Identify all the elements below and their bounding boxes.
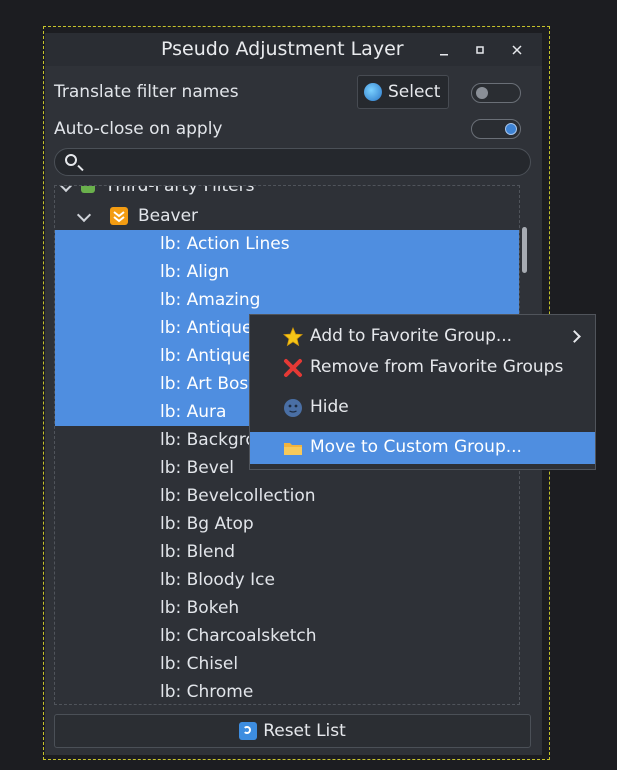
translate-filter-names-label: Translate filter names xyxy=(54,82,239,102)
tree-item[interactable]: lb: Amazing xyxy=(55,286,519,314)
tree-item-label: lb: Align xyxy=(160,262,230,282)
minimize-icon[interactable] xyxy=(434,41,454,59)
chevron-down-icon xyxy=(76,207,92,223)
tree-item-label: lb: Art Boss xyxy=(160,374,258,394)
auto-close-toggle[interactable] xyxy=(471,119,521,139)
globe-icon xyxy=(364,83,382,101)
select-button-label: Select xyxy=(388,82,441,102)
tree-subgroup-label: Beaver xyxy=(138,206,199,226)
star-icon xyxy=(282,326,304,347)
tree-group-label: Third-Party Filters xyxy=(105,185,255,196)
reset-list-button[interactable]: Reset List xyxy=(54,714,531,748)
tree-item-label: lb: Charcoalsketch xyxy=(160,626,317,646)
tree-item-label: lb: Aura xyxy=(160,402,227,422)
tree-subgroup-row[interactable]: Beaver xyxy=(55,202,519,230)
tree-item-label: lb: Bevelcollection xyxy=(160,486,316,506)
context-menu: Add to Favorite Group... Remove from Fav… xyxy=(249,314,596,470)
tree-item-label: lb: Blend xyxy=(160,542,236,562)
tree-item-label: lb: Action Lines xyxy=(160,234,290,254)
tree-item-label: lb: Chisel xyxy=(160,654,239,674)
tree-item[interactable]: lb: Bevelcollection xyxy=(55,482,519,510)
tree-item[interactable]: lb: Bg Atop xyxy=(55,510,519,538)
tree-item[interactable]: lb: Bloody Ice xyxy=(55,566,519,594)
tree-item[interactable]: lb: Charcoalsketch xyxy=(55,622,519,650)
tree-item[interactable]: lb: Blend xyxy=(55,538,519,566)
menu-item-hide[interactable]: Hide xyxy=(250,392,595,424)
search-icon xyxy=(65,154,77,166)
tree-item-label: lb: Antique xyxy=(160,346,253,366)
tree-scrollbar[interactable] xyxy=(522,227,527,273)
toggle-knob xyxy=(505,123,517,135)
tree-item-label: lb: Chrome xyxy=(160,682,254,702)
chevron-right-icon xyxy=(568,330,581,343)
maximize-icon[interactable] xyxy=(470,41,490,59)
chevron-down-icon xyxy=(58,186,74,193)
tree-item[interactable]: lb: Chrome xyxy=(55,678,519,704)
tree-item-label: lb: Bokeh xyxy=(160,598,240,618)
moon-face-icon xyxy=(283,398,303,418)
auto-close-label: Auto-close on apply xyxy=(54,119,223,139)
menu-item-remove-from-favorite-groups[interactable]: Remove from Favorite Groups xyxy=(250,352,595,384)
tree-item-label: lb: Bevel xyxy=(160,458,235,478)
menu-item-label: Remove from Favorite Groups xyxy=(310,357,564,377)
select-language-button[interactable]: Select xyxy=(357,75,449,109)
tree-item-label: lb: Bg Atop xyxy=(160,514,254,534)
tree-group-row[interactable]: Third-Party Filters xyxy=(55,185,519,200)
tree-item[interactable]: lb: Align xyxy=(55,258,519,286)
tree-item[interactable]: lb: Action Lines xyxy=(55,230,519,258)
double-chevron-icon xyxy=(110,207,128,225)
red-x-icon xyxy=(283,358,303,378)
tree-item-label: lb: Bloody Ice xyxy=(160,570,275,590)
translate-toggle[interactable] xyxy=(471,83,521,103)
tree-item-label: lb: Backgro xyxy=(160,430,256,450)
menu-item-label: Hide xyxy=(310,397,349,417)
menu-item-move-to-custom-group[interactable]: Move to Custom Group... xyxy=(250,432,595,464)
tree-item-label: lb: Amazing xyxy=(160,290,261,310)
close-icon[interactable] xyxy=(507,41,527,59)
menu-item-add-to-favorite-group[interactable]: Add to Favorite Group... xyxy=(250,321,595,353)
search-input[interactable] xyxy=(83,151,527,175)
reset-list-label: Reset List xyxy=(263,721,346,741)
search-box[interactable] xyxy=(54,148,531,176)
refresh-icon xyxy=(239,722,258,740)
title-bar[interactable]: Pseudo Adjustment Layer xyxy=(45,33,542,66)
tree-item[interactable]: lb: Bokeh xyxy=(55,594,519,622)
tree-item-label: lb: Antique xyxy=(160,318,253,338)
window-title: Pseudo Adjustment Layer xyxy=(161,38,404,60)
toggle-knob xyxy=(476,87,488,99)
tree-item[interactable]: lb: Chisel xyxy=(55,650,519,678)
folder-icon xyxy=(283,438,303,458)
menu-item-label: Add to Favorite Group... xyxy=(310,326,513,346)
menu-item-label: Move to Custom Group... xyxy=(310,437,522,457)
